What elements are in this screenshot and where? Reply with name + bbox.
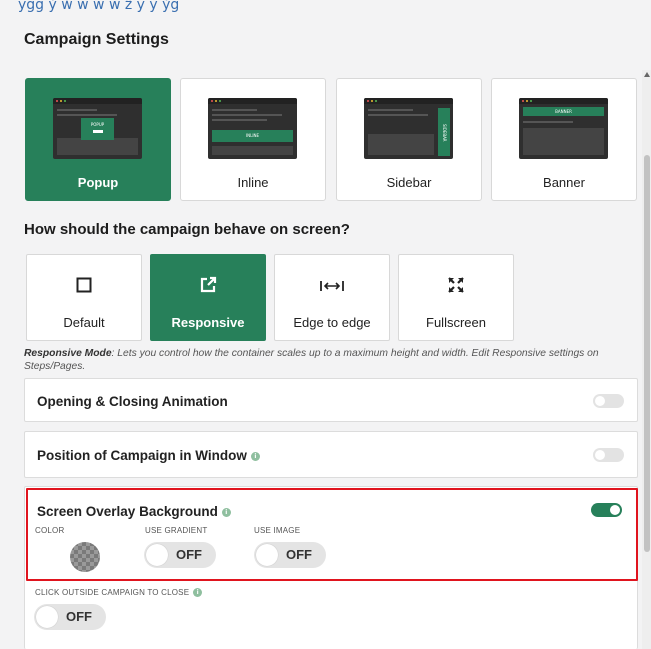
overlay-color-swatch[interactable] bbox=[70, 542, 100, 572]
external-resize-icon bbox=[151, 276, 265, 298]
popup-thumb-label: POPUP bbox=[90, 122, 105, 127]
overlay-title-text: Screen Overlay Background bbox=[37, 504, 218, 519]
panel-title-animation: Opening & Closing Animation bbox=[37, 394, 228, 409]
square-outline-icon bbox=[27, 276, 141, 298]
behavior-label-responsive: Responsive bbox=[171, 315, 245, 330]
behavior-card-default[interactable]: Default bbox=[26, 254, 142, 341]
behavior-label-fullscreen: Fullscreen bbox=[426, 315, 486, 330]
click-outside-switch[interactable]: OFF bbox=[34, 604, 106, 630]
click-outside-label: CLICK OUTSIDE CAMPAIGN TO CLOSE i bbox=[35, 588, 203, 598]
banner-thumbnail: BANNER bbox=[519, 98, 608, 159]
info-icon[interactable]: i bbox=[221, 507, 231, 517]
behavior-label-default: Default bbox=[63, 315, 105, 330]
type-label-inline: Inline bbox=[237, 175, 269, 190]
click-outside-switch-text: OFF bbox=[66, 609, 92, 624]
position-title-text: Position of Campaign in Window bbox=[37, 448, 247, 463]
info-icon[interactable]: i bbox=[250, 451, 260, 461]
inline-thumbnail: INLINE bbox=[208, 98, 297, 159]
color-label: COLOR bbox=[35, 526, 65, 535]
sidebar-thumb-label: SIDEBAR bbox=[442, 124, 447, 142]
type-card-sidebar[interactable]: SIDEBAR Sidebar bbox=[336, 78, 482, 201]
type-card-banner[interactable]: BANNER Banner bbox=[491, 78, 637, 201]
click-outside-text: CLICK OUTSIDE CAMPAIGN TO CLOSE bbox=[35, 588, 190, 597]
behavior-card-fullscreen[interactable]: Fullscreen bbox=[398, 254, 514, 341]
type-card-inline[interactable]: INLINE Inline bbox=[180, 78, 326, 201]
type-card-popup[interactable]: POPUP Popup bbox=[25, 78, 171, 201]
panel-overlay: Screen Overlay Background i COLOR USE GRA… bbox=[24, 486, 638, 649]
scrollbar-thumb[interactable] bbox=[644, 155, 650, 552]
note-lead: Responsive Mode bbox=[24, 348, 112, 359]
page-title: Campaign Settings bbox=[24, 31, 169, 48]
type-label-banner: Banner bbox=[543, 175, 585, 190]
panel-position[interactable]: Position of Campaign in Window i bbox=[24, 431, 638, 478]
image-label: USE IMAGE bbox=[254, 526, 301, 535]
popup-thumbnail: POPUP bbox=[53, 98, 142, 159]
gradient-switch-text: OFF bbox=[176, 547, 202, 562]
image-switch[interactable]: OFF bbox=[254, 542, 326, 568]
gradient-label: USE GRADIENT bbox=[145, 526, 208, 535]
behavior-label-edge-to-edge: Edge to edge bbox=[293, 315, 371, 330]
sidebar-thumbnail: SIDEBAR bbox=[364, 98, 453, 159]
behavior-card-responsive[interactable]: Responsive bbox=[150, 254, 266, 341]
animation-toggle[interactable] bbox=[593, 394, 624, 408]
behavior-heading: How should the campaign behave on screen… bbox=[24, 221, 350, 238]
overlay-toggle[interactable] bbox=[591, 503, 622, 517]
banner-thumb-label: BANNER bbox=[555, 109, 572, 114]
inline-thumb-label: INLINE bbox=[245, 133, 260, 138]
type-label-popup: Popup bbox=[77, 175, 119, 190]
type-label-sidebar: Sidebar bbox=[386, 175, 432, 190]
panel-title-position: Position of Campaign in Window i bbox=[37, 448, 260, 463]
info-icon[interactable]: i bbox=[193, 588, 203, 598]
panel-animation[interactable]: Opening & Closing Animation bbox=[24, 378, 638, 422]
scroll-up-arrow-icon[interactable] bbox=[644, 72, 650, 77]
gradient-switch[interactable]: OFF bbox=[144, 542, 216, 568]
panel-title-overlay: Screen Overlay Background i bbox=[37, 504, 231, 519]
image-switch-text: OFF bbox=[286, 547, 312, 562]
behavior-card-edge-to-edge[interactable]: Edge to edge bbox=[274, 254, 390, 341]
responsive-mode-note: Responsive Mode: Lets you control how th… bbox=[24, 347, 639, 373]
top-strip-text: ẏgg ẙ ẘ ẅ ẃ ẁ ẑ ẏ ẏ ẙg bbox=[18, 0, 180, 13]
horizontal-arrows-icon bbox=[275, 276, 389, 298]
position-toggle[interactable] bbox=[593, 448, 624, 462]
expand-arrows-icon bbox=[399, 276, 513, 298]
